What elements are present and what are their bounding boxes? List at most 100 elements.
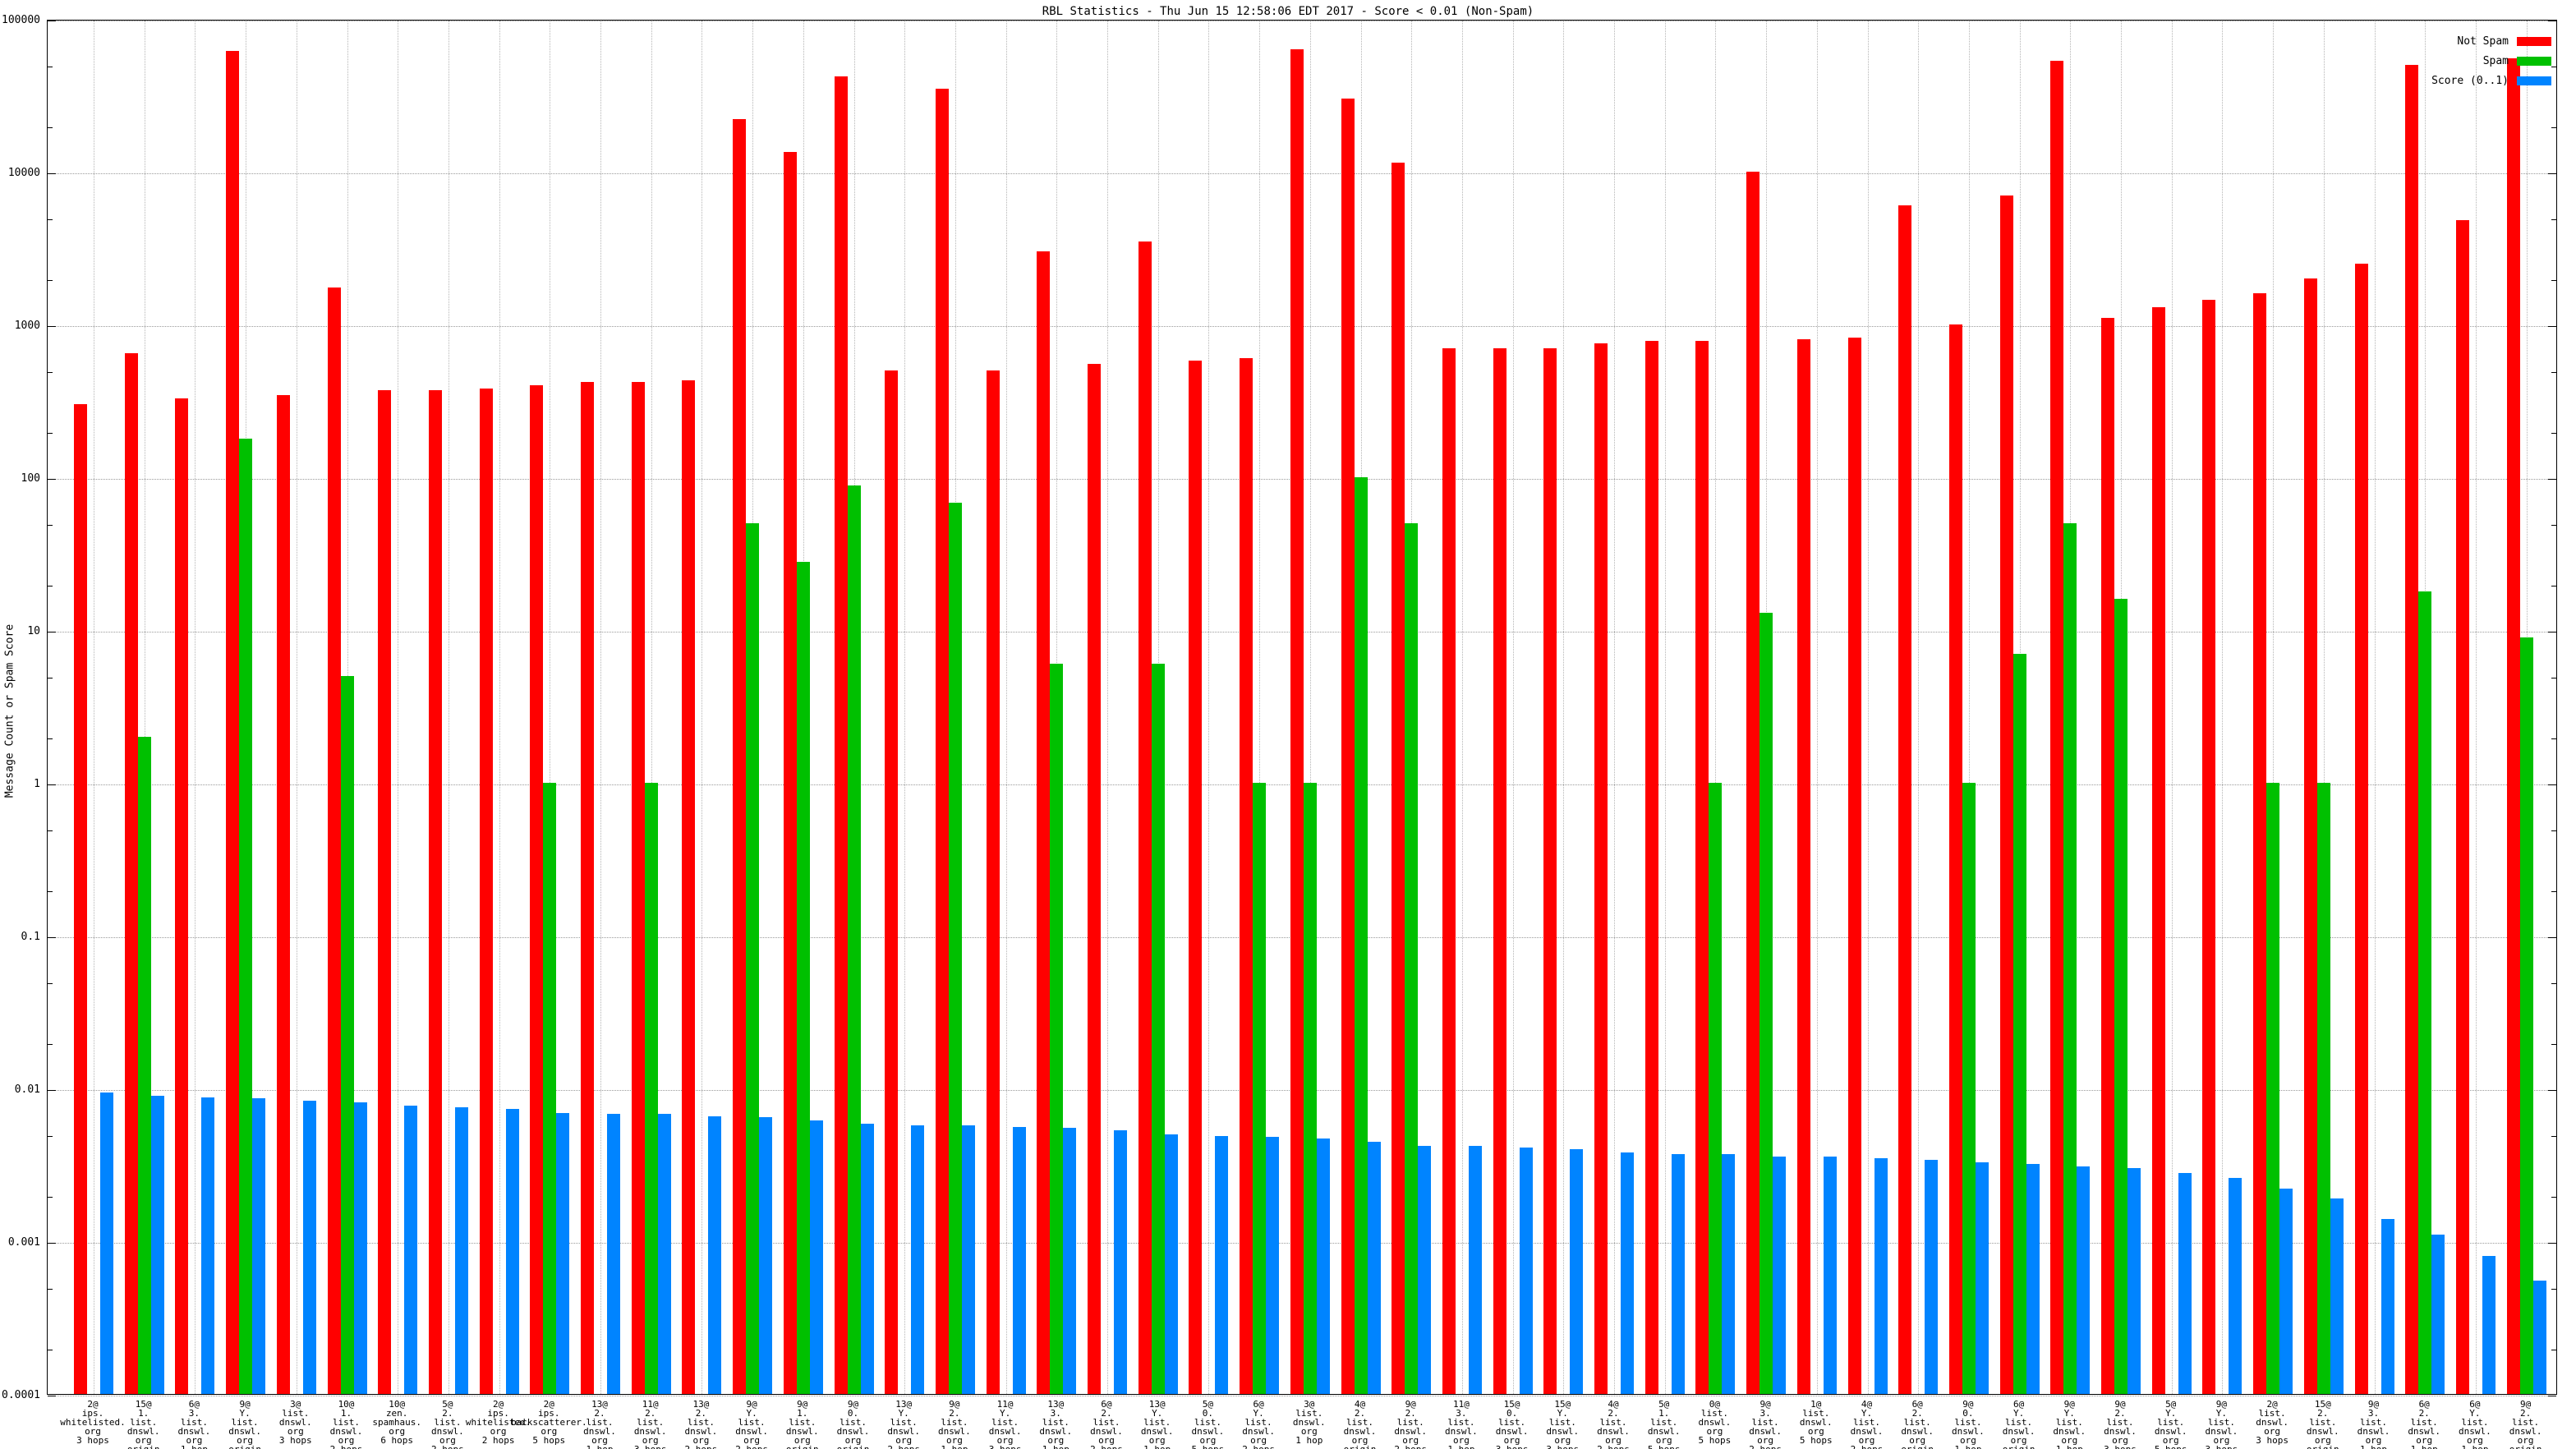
legend-label-score: Score (0..1) [2431, 75, 2509, 87]
bar-score-0-1 [1824, 1157, 1837, 1394]
y-axis-minor-tick [48, 891, 53, 892]
grid-vline [904, 21, 905, 1394]
bar-not-spam [581, 382, 594, 1394]
y-axis-minor-tick [48, 1044, 53, 1045]
bar-not-spam [2050, 61, 2063, 1394]
bar-score-0-1 [607, 1114, 620, 1394]
bar-not-spam [1240, 358, 1253, 1394]
chart-title: RBL Statistics - Thu Jun 15 12:58:06 EDT… [0, 5, 2576, 18]
score-swatch-icon [2517, 76, 2551, 85]
y-tick-label: 0.001 [0, 1237, 40, 1248]
bar-score-0-1 [1874, 1158, 1888, 1394]
bar-score-0-1 [556, 1113, 569, 1394]
bar-not-spam [835, 76, 848, 1394]
bar-score-0-1 [911, 1125, 924, 1394]
bar-not-spam [2152, 307, 2165, 1394]
y-axis-minor-tick [2551, 127, 2556, 128]
legend-label-not-spam: Not Spam [2457, 35, 2509, 48]
y-axis-minor-tick [48, 1197, 53, 1198]
bar-score-0-1 [2229, 1178, 2242, 1394]
y-axis-minor-tick [48, 983, 53, 984]
bar-score-0-1 [1165, 1134, 1178, 1394]
bar-spam [1962, 783, 1976, 1394]
bar-not-spam [733, 119, 746, 1394]
y-tick-label: 0.0001 [0, 1390, 40, 1401]
bar-not-spam [1138, 242, 1152, 1394]
bar-spam [645, 783, 658, 1394]
bar-score-0-1 [252, 1098, 265, 1394]
bar-spam [341, 676, 354, 1394]
bar-score-0-1 [2330, 1198, 2344, 1394]
bar-not-spam [784, 152, 797, 1394]
y-axis-tick [48, 1090, 56, 1091]
bar-score-0-1 [1418, 1146, 1431, 1394]
bar-not-spam [2000, 196, 2013, 1394]
grid-vline [1208, 21, 1209, 1394]
y-tick-label: 0.01 [0, 1084, 40, 1095]
bar-not-spam [328, 288, 341, 1394]
bar-score-0-1 [2077, 1166, 2090, 1394]
y-axis-tick [48, 784, 56, 785]
y-axis-minor-tick [2551, 372, 2556, 373]
y-axis-tick [48, 326, 56, 327]
bar-not-spam [2507, 58, 2520, 1394]
grid-vline [2222, 21, 2223, 1394]
bar-score-0-1 [1976, 1162, 1989, 1394]
bar-not-spam [682, 380, 695, 1394]
bar-score-0-1 [100, 1092, 113, 1394]
bar-not-spam [1442, 348, 1456, 1394]
grid-vline [600, 21, 601, 1394]
bar-spam [1253, 783, 1266, 1394]
y-axis-minor-tick [2551, 219, 2556, 220]
bar-not-spam [1695, 341, 1709, 1394]
grid-vline [2172, 21, 2173, 1394]
bar-not-spam [1848, 338, 1861, 1394]
y-axis-tick [48, 173, 56, 174]
y-axis-tick [48, 479, 56, 480]
y-axis-title: Message Count or Spam Score [4, 514, 16, 908]
y-axis-minor-tick [48, 525, 53, 526]
bar-score-0-1 [1368, 1142, 1381, 1394]
grid-vline [1006, 21, 1007, 1394]
bar-score-0-1 [2279, 1189, 2293, 1394]
bar-score-0-1 [1925, 1160, 1938, 1394]
bar-spam [543, 783, 556, 1394]
bar-score-0-1 [506, 1109, 519, 1394]
y-tick-label: 10 [0, 626, 40, 637]
bar-spam [1355, 477, 1368, 1394]
y-axis-minor-tick [48, 280, 53, 281]
bar-not-spam [1898, 205, 1911, 1394]
not-spam-swatch-icon [2517, 37, 2551, 46]
bar-score-0-1 [404, 1106, 417, 1394]
bar-score-0-1 [151, 1096, 164, 1394]
bar-score-0-1 [1114, 1130, 1127, 1394]
y-tick-label: 1000 [0, 320, 40, 331]
bar-score-0-1 [354, 1102, 367, 1394]
bar-spam [2266, 783, 2279, 1394]
grid-vline [2476, 21, 2477, 1394]
bar-not-spam [378, 390, 391, 1394]
bar-not-spam [226, 51, 239, 1394]
bar-not-spam [429, 390, 442, 1394]
y-axis-tick [2548, 173, 2556, 174]
bar-spam [2520, 637, 2533, 1394]
bar-score-0-1 [1266, 1137, 1279, 1394]
y-axis-minor-tick [2551, 891, 2556, 892]
bar-not-spam [2456, 220, 2469, 1394]
bar-score-0-1 [2178, 1173, 2192, 1394]
bar-score-0-1 [1773, 1157, 1786, 1394]
bar-score-0-1 [1215, 1136, 1228, 1394]
bar-not-spam [530, 385, 543, 1394]
bar-not-spam [885, 370, 898, 1394]
bar-score-0-1 [1672, 1154, 1685, 1394]
y-axis-tick [2548, 937, 2556, 938]
grid-vline [1817, 21, 1818, 1394]
legend: Not Spam Spam Score (0..1) [2431, 31, 2551, 90]
y-axis-minor-tick [2551, 433, 2556, 434]
grid-vline [1868, 21, 1869, 1394]
bar-score-0-1 [201, 1097, 214, 1394]
bar-spam [2418, 591, 2431, 1394]
bar-not-spam [2101, 318, 2114, 1394]
bar-spam [2013, 654, 2026, 1394]
bar-not-spam [277, 395, 290, 1394]
